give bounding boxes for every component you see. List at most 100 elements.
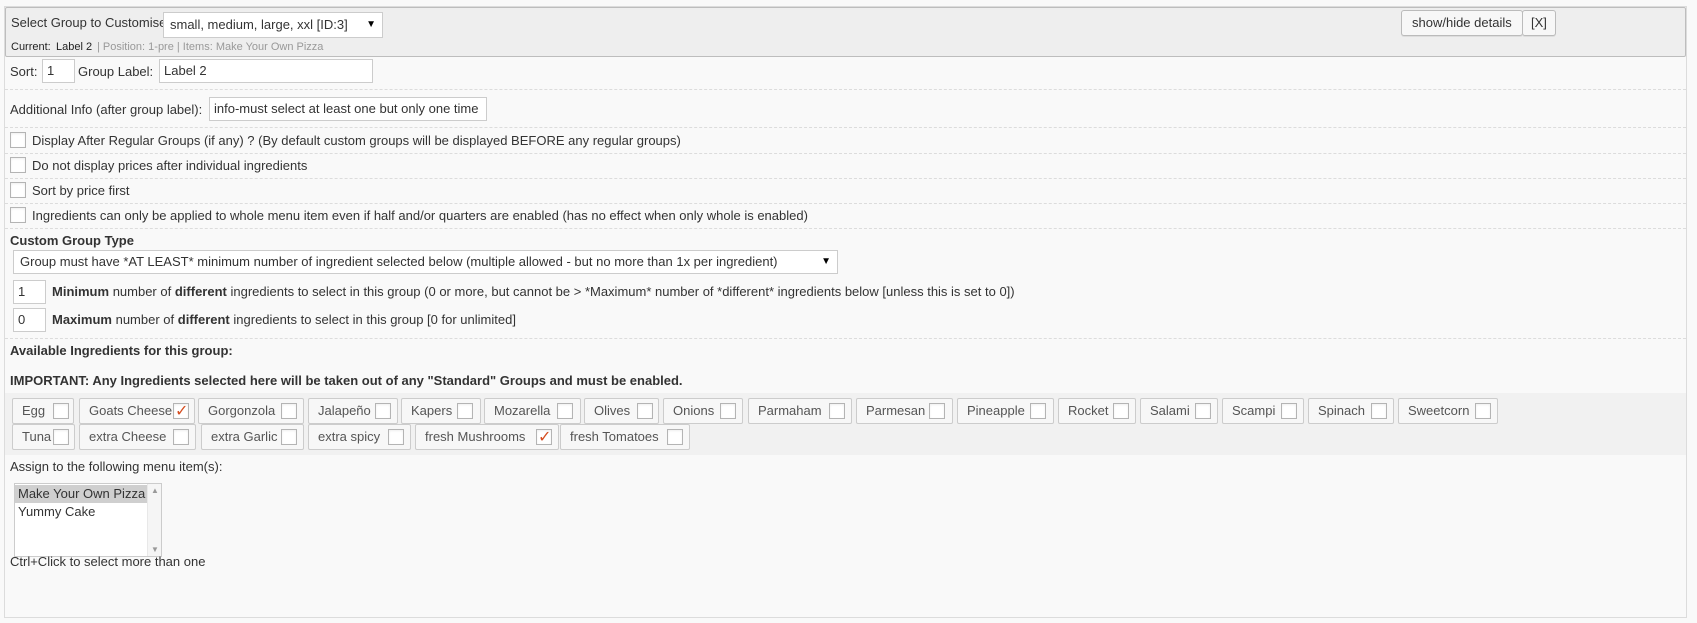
ingredient-checkbox[interactable]: ✓ xyxy=(173,403,189,420)
ingredient-checkbox[interactable] xyxy=(720,403,736,419)
ingredient-item[interactable]: Scampi xyxy=(1222,398,1304,424)
ingredient-name: Tuna xyxy=(22,429,52,444)
ingredient-checkbox[interactable] xyxy=(1281,403,1297,419)
ingredient-checkbox[interactable] xyxy=(829,403,845,419)
ingredient-name: Goats Cheese xyxy=(89,403,173,418)
ingredient-checkbox[interactable] xyxy=(281,429,297,445)
ingredient-list: Egg Goats Cheese ✓ Gorgonzola Jalapeño Ka… xyxy=(5,393,1686,455)
ingredient-name: Olives xyxy=(594,403,631,418)
ingredient-checkbox[interactable] xyxy=(375,403,391,419)
show-hide-details-button[interactable]: show/hide details xyxy=(1401,10,1523,36)
menu-item-listbox[interactable]: Make Your Own Pizza Yummy Cake ▲ ▼ xyxy=(14,483,162,557)
ingredient-checkbox[interactable] xyxy=(281,403,297,419)
close-button[interactable]: [X] xyxy=(1522,10,1556,36)
ingredient-name: extra Garlic xyxy=(211,429,278,444)
maximum-input[interactable]: 0 xyxy=(13,308,46,332)
ingredient-name: Gorgonzola xyxy=(208,403,276,418)
whole-item-only-checkbox[interactable] xyxy=(10,207,26,223)
ingredient-checkbox[interactable] xyxy=(1475,403,1491,419)
group-label-label: Group Label: xyxy=(78,64,154,79)
ingredient-name: Spinach xyxy=(1318,403,1365,418)
ingredient-checkbox[interactable] xyxy=(929,403,945,419)
ingredient-checkbox[interactable] xyxy=(667,429,683,445)
divider xyxy=(5,178,1686,179)
ingredient-item[interactable]: Onions xyxy=(663,398,743,424)
ingredient-checkbox[interactable] xyxy=(1195,403,1211,419)
display-after-regular-label: Display After Regular Groups (if any) ? … xyxy=(32,133,681,148)
ingredient-item[interactable]: Spinach xyxy=(1308,398,1394,424)
ingredient-checkbox[interactable] xyxy=(53,403,69,419)
maximum-description: Maximum number of different ingredients … xyxy=(52,312,516,327)
multi-select-hint: Ctrl+Click to select more than one xyxy=(10,554,206,569)
ingredient-item[interactable]: Tuna xyxy=(12,424,75,450)
ingredient-checkbox[interactable] xyxy=(173,429,189,445)
ingredient-name: Jalapeño xyxy=(318,403,371,418)
hide-prices-checkbox[interactable] xyxy=(10,157,26,173)
ingredient-item[interactable]: Jalapeño xyxy=(308,398,398,424)
assign-label: Assign to the following menu item(s): xyxy=(10,459,223,474)
ingredient-item[interactable]: extra spicy xyxy=(308,424,411,450)
ingredient-name: extra spicy xyxy=(318,429,381,444)
ingredient-item[interactable]: Mozarella xyxy=(484,398,581,424)
minimum-input[interactable]: 1 xyxy=(13,280,46,304)
ingredient-checkbox[interactable] xyxy=(53,429,69,445)
ingredient-name: Kapers xyxy=(411,403,453,418)
ingredient-item[interactable]: Rocket xyxy=(1058,398,1136,424)
ingredient-item[interactable]: Sweetcorn xyxy=(1398,398,1498,424)
ingredient-name: Rocket xyxy=(1068,403,1109,418)
ingredient-item[interactable]: fresh Mushrooms ✓ xyxy=(415,424,559,450)
available-ingredients-heading: Available Ingredients for this group: xyxy=(10,343,233,358)
divider xyxy=(5,228,1686,229)
sort-by-price-label: Sort by price first xyxy=(32,183,130,198)
additional-info-input[interactable]: info-must select at least one but only o… xyxy=(209,97,487,121)
ingredient-checkbox[interactable]: ✓ xyxy=(536,429,552,446)
whole-item-only-label: Ingredients can only be applied to whole… xyxy=(32,208,808,223)
group-select-value: small, medium, large, xxl [ID:3] xyxy=(170,17,348,32)
ingredient-item[interactable]: Goats Cheese ✓ xyxy=(79,398,195,424)
custom-group-panel: Select Group to Customise small, medium,… xyxy=(4,6,1687,618)
ingredient-item[interactable]: Pineapple xyxy=(957,398,1054,424)
divider xyxy=(5,153,1686,154)
group-select[interactable]: small, medium, large, xxl [ID:3] ▼ xyxy=(163,12,383,38)
ingredient-item[interactable]: Kapers xyxy=(401,398,481,424)
ingredient-item[interactable]: extra Garlic xyxy=(201,424,304,450)
group-label-input[interactable]: Label 2 xyxy=(159,59,373,83)
custom-group-type-value: Group must have *AT LEAST* minimum numbe… xyxy=(20,254,778,269)
listbox-option[interactable]: Yummy Cake xyxy=(15,503,161,521)
group-selector-bar: Select Group to Customise small, medium,… xyxy=(5,7,1686,57)
ingredient-item[interactable]: Parmaham xyxy=(748,398,852,424)
ingredient-item[interactable]: Parmesan xyxy=(856,398,953,424)
ingredient-item[interactable]: extra Cheese xyxy=(79,424,196,450)
listbox-scrollbar[interactable]: ▲ ▼ xyxy=(147,484,161,556)
check-mark-icon: ✓ xyxy=(538,429,552,446)
ingredient-checkbox[interactable] xyxy=(637,403,653,419)
scroll-up-icon[interactable]: ▲ xyxy=(151,486,159,495)
additional-info-label: Additional Info (after group label): xyxy=(10,102,203,117)
important-note: IMPORTANT: Any Ingredients selected here… xyxy=(10,373,683,388)
ingredient-checkbox[interactable] xyxy=(557,403,573,419)
ingredient-item[interactable]: Egg xyxy=(12,398,74,424)
ingredient-item[interactable]: Gorgonzola xyxy=(198,398,304,424)
ingredient-name: Scampi xyxy=(1232,403,1276,418)
custom-group-type-heading: Custom Group Type xyxy=(10,233,134,248)
current-group-name: Label 2 xyxy=(56,41,93,53)
sort-by-price-checkbox[interactable] xyxy=(10,182,26,198)
custom-group-type-select[interactable]: Group must have *AT LEAST* minimum numbe… xyxy=(13,250,838,274)
ingredient-name: Sweetcorn xyxy=(1408,403,1470,418)
ingredient-checkbox[interactable] xyxy=(457,403,473,419)
divider xyxy=(5,127,1686,128)
ingredient-item[interactable]: Salami xyxy=(1140,398,1218,424)
listbox-option[interactable]: Make Your Own Pizza xyxy=(15,485,161,503)
ingredient-checkbox[interactable] xyxy=(1030,403,1046,419)
current-label: Current: xyxy=(11,41,51,53)
ingredient-name: Pineapple xyxy=(967,403,1025,418)
check-mark-icon: ✓ xyxy=(175,403,189,420)
sort-input[interactable]: 1 xyxy=(42,59,75,83)
ingredient-item[interactable]: Olives xyxy=(584,398,659,424)
ingredient-item[interactable]: fresh Tomatoes xyxy=(560,424,690,450)
ingredient-checkbox[interactable] xyxy=(388,429,404,445)
scroll-down-icon[interactable]: ▼ xyxy=(151,545,159,554)
ingredient-checkbox[interactable] xyxy=(1371,403,1387,419)
ingredient-checkbox[interactable] xyxy=(1113,403,1129,419)
display-after-regular-checkbox[interactable] xyxy=(10,132,26,148)
